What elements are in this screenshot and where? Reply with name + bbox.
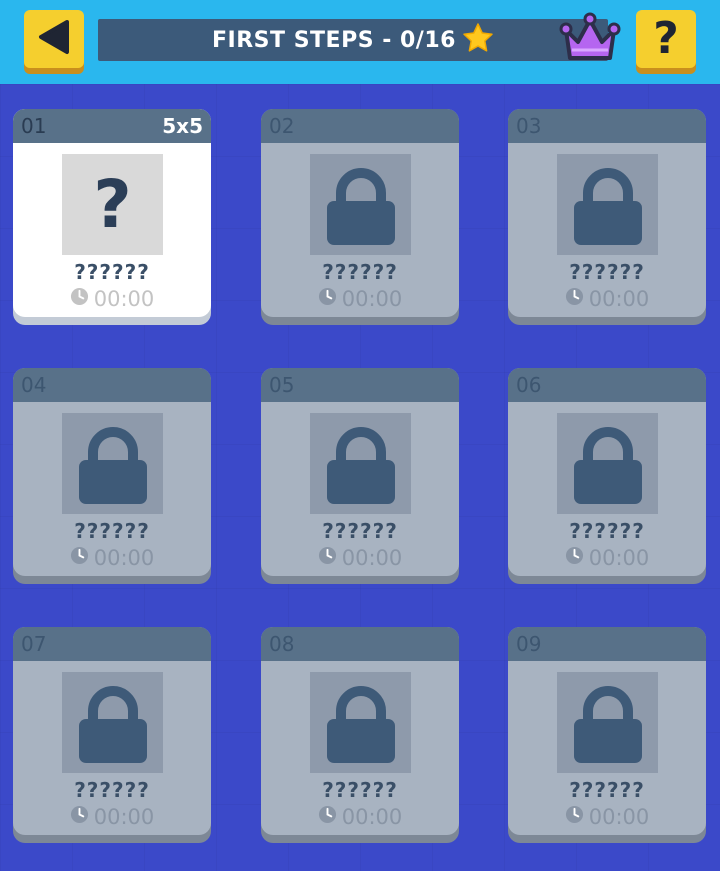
level-thumbnail: ? xyxy=(62,154,163,255)
level-number: 08 xyxy=(269,632,295,656)
level-thumbnail xyxy=(62,672,163,773)
level-name: ?????? xyxy=(322,260,398,284)
level-card-09[interactable]: 09 ?????? 00:00 xyxy=(508,627,706,835)
level-card-header: 06 xyxy=(508,368,706,402)
level-card-06[interactable]: 06 ?????? 00:00 xyxy=(508,368,706,576)
level-thumbnail xyxy=(310,672,411,773)
top-bar: FIRST STEPS - 0/16 ? xyxy=(0,0,720,84)
level-card-02[interactable]: 02 ?????? 00:00 xyxy=(261,109,459,317)
level-time-text: 00:00 xyxy=(93,546,155,570)
lock-icon xyxy=(326,426,395,504)
level-size: 5x5 xyxy=(162,114,203,138)
level-number: 04 xyxy=(21,373,47,397)
clock-icon xyxy=(70,287,89,311)
back-button[interactable] xyxy=(24,10,84,68)
level-time-text: 00:00 xyxy=(588,287,650,311)
lock-icon xyxy=(78,426,147,504)
level-card-header: 03 xyxy=(508,109,706,143)
lock-icon xyxy=(573,426,642,504)
level-time: 00:00 xyxy=(13,546,211,570)
clock-icon xyxy=(565,805,584,829)
level-time-text: 00:00 xyxy=(588,805,650,829)
level-thumbnail xyxy=(310,154,411,255)
level-number: 07 xyxy=(21,632,47,656)
level-time-text: 00:00 xyxy=(93,805,155,829)
level-pack-title-bar: FIRST STEPS - 0/16 xyxy=(98,19,608,61)
lock-icon xyxy=(573,685,642,763)
lock-icon xyxy=(326,167,395,245)
level-time: 00:00 xyxy=(508,805,706,829)
page-title: FIRST STEPS - 0/16 xyxy=(212,27,456,53)
level-card-header: 05 xyxy=(261,368,459,402)
clock-icon xyxy=(318,287,337,311)
clock-icon xyxy=(318,546,337,570)
level-time-text: 00:00 xyxy=(341,546,403,570)
level-card-07[interactable]: 07 ?????? 00:00 xyxy=(13,627,211,835)
level-time: 00:00 xyxy=(13,287,211,311)
clock-icon xyxy=(70,805,89,829)
star-icon xyxy=(462,22,494,58)
level-name: ?????? xyxy=(74,519,150,543)
level-time-text: 00:00 xyxy=(93,287,155,311)
level-time: 00:00 xyxy=(508,546,706,570)
level-number: 03 xyxy=(516,114,542,138)
level-time: 00:00 xyxy=(261,805,459,829)
level-number: 06 xyxy=(516,373,542,397)
level-name: ?????? xyxy=(74,260,150,284)
lock-icon xyxy=(78,685,147,763)
clock-icon xyxy=(565,546,584,570)
level-card-header: 01 5x5 xyxy=(13,109,211,143)
level-card-header: 07 xyxy=(13,627,211,661)
question-mark-icon: ? xyxy=(93,165,132,243)
crown-icon[interactable] xyxy=(558,12,622,72)
help-button[interactable]: ? xyxy=(636,10,696,68)
level-time-text: 00:00 xyxy=(588,546,650,570)
clock-icon xyxy=(70,546,89,570)
level-name: ?????? xyxy=(569,260,645,284)
level-card-header: 04 xyxy=(13,368,211,402)
level-time: 00:00 xyxy=(261,546,459,570)
level-thumbnail xyxy=(557,672,658,773)
level-number: 09 xyxy=(516,632,542,656)
level-card-05[interactable]: 05 ?????? 00:00 xyxy=(261,368,459,576)
lock-icon xyxy=(573,167,642,245)
clock-icon xyxy=(318,805,337,829)
back-arrow-icon xyxy=(37,19,71,59)
level-name: ?????? xyxy=(322,778,398,802)
lock-icon xyxy=(326,685,395,763)
level-card-header: 02 xyxy=(261,109,459,143)
level-number: 01 xyxy=(21,114,47,138)
level-card-03[interactable]: 03 ?????? 00:00 xyxy=(508,109,706,317)
level-card-08[interactable]: 08 ?????? 00:00 xyxy=(261,627,459,835)
level-time-text: 00:00 xyxy=(341,287,403,311)
help-icon: ? xyxy=(653,13,679,64)
level-time: 00:00 xyxy=(261,287,459,311)
level-thumbnail xyxy=(557,413,658,514)
clock-icon xyxy=(565,287,584,311)
level-thumbnail xyxy=(62,413,163,514)
level-number: 05 xyxy=(269,373,295,397)
level-card-header: 08 xyxy=(261,627,459,661)
level-time: 00:00 xyxy=(508,287,706,311)
level-name: ?????? xyxy=(569,519,645,543)
level-thumbnail xyxy=(310,413,411,514)
level-card-header: 09 xyxy=(508,627,706,661)
level-name: ?????? xyxy=(322,519,398,543)
level-name: ?????? xyxy=(569,778,645,802)
level-time: 00:00 xyxy=(13,805,211,829)
level-thumbnail xyxy=(557,154,658,255)
level-name: ?????? xyxy=(74,778,150,802)
level-time-text: 00:00 xyxy=(341,805,403,829)
level-number: 02 xyxy=(269,114,295,138)
level-card-01[interactable]: 01 5x5 ? ?????? 00:00 xyxy=(13,109,211,317)
level-card-04[interactable]: 04 ?????? 00:00 xyxy=(13,368,211,576)
